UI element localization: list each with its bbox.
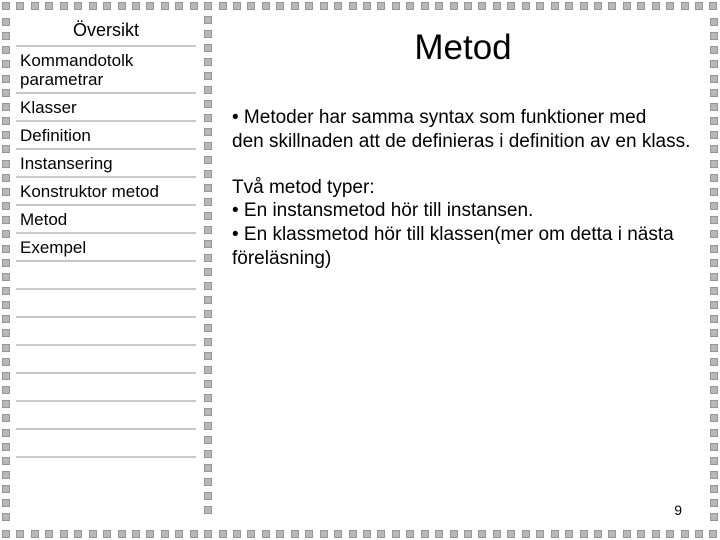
main-slide-area: Metod • Metoder har samma syntax som fun… — [214, 16, 704, 524]
sidebar-item-empty — [16, 290, 196, 318]
sidebar-item-konstruktor[interactable]: Konstruktor metod — [16, 178, 196, 206]
sidebar-item-empty — [16, 318, 196, 346]
sidebar-item-kommandotolk[interactable]: Kommandotolk parametrar — [16, 47, 196, 94]
border-top — [0, 2, 720, 10]
slide-bullet-2: Två metod typer: • En instansmetod hör t… — [232, 176, 694, 271]
sidebar-item-empty — [16, 262, 196, 290]
slide-title: Metod — [232, 28, 694, 68]
sidebar-title: Översikt — [16, 16, 196, 47]
sidebar-item-metod[interactable]: Metod — [16, 206, 196, 234]
sidebar-item-instansering[interactable]: Instansering — [16, 150, 196, 178]
vertical-divider — [202, 16, 214, 524]
sidebar: Översikt Kommandotolk parametrar Klasser… — [16, 16, 202, 524]
slide-bullet-1: • Metoder har samma syntax som funktione… — [232, 106, 694, 154]
border-bottom — [0, 530, 720, 538]
sidebar-item-empty — [16, 374, 196, 402]
sidebar-item-definition[interactable]: Definition — [16, 122, 196, 150]
slide-content: Översikt Kommandotolk parametrar Klasser… — [16, 16, 704, 524]
sidebar-item-klasser[interactable]: Klasser — [16, 94, 196, 122]
page-number: 9 — [674, 502, 682, 518]
sidebar-item-exempel[interactable]: Exempel — [16, 234, 196, 262]
sidebar-item-empty — [16, 346, 196, 374]
sidebar-item-empty — [16, 402, 196, 430]
sidebar-item-empty — [16, 430, 196, 458]
border-left — [2, 16, 10, 524]
border-right — [710, 16, 718, 524]
